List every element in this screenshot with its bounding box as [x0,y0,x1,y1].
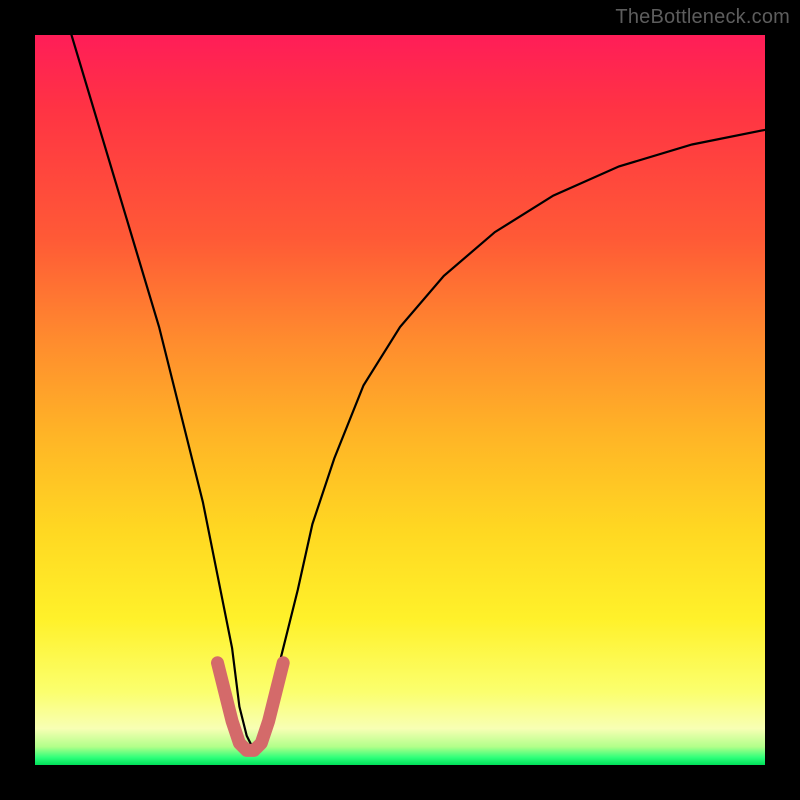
bottleneck-curve [72,35,766,750]
plot-area [35,35,765,765]
highlight-band [218,663,284,751]
watermark-text: TheBottleneck.com [615,6,790,29]
chart-frame: TheBottleneck.com [0,0,800,800]
curve-svg [35,35,765,765]
